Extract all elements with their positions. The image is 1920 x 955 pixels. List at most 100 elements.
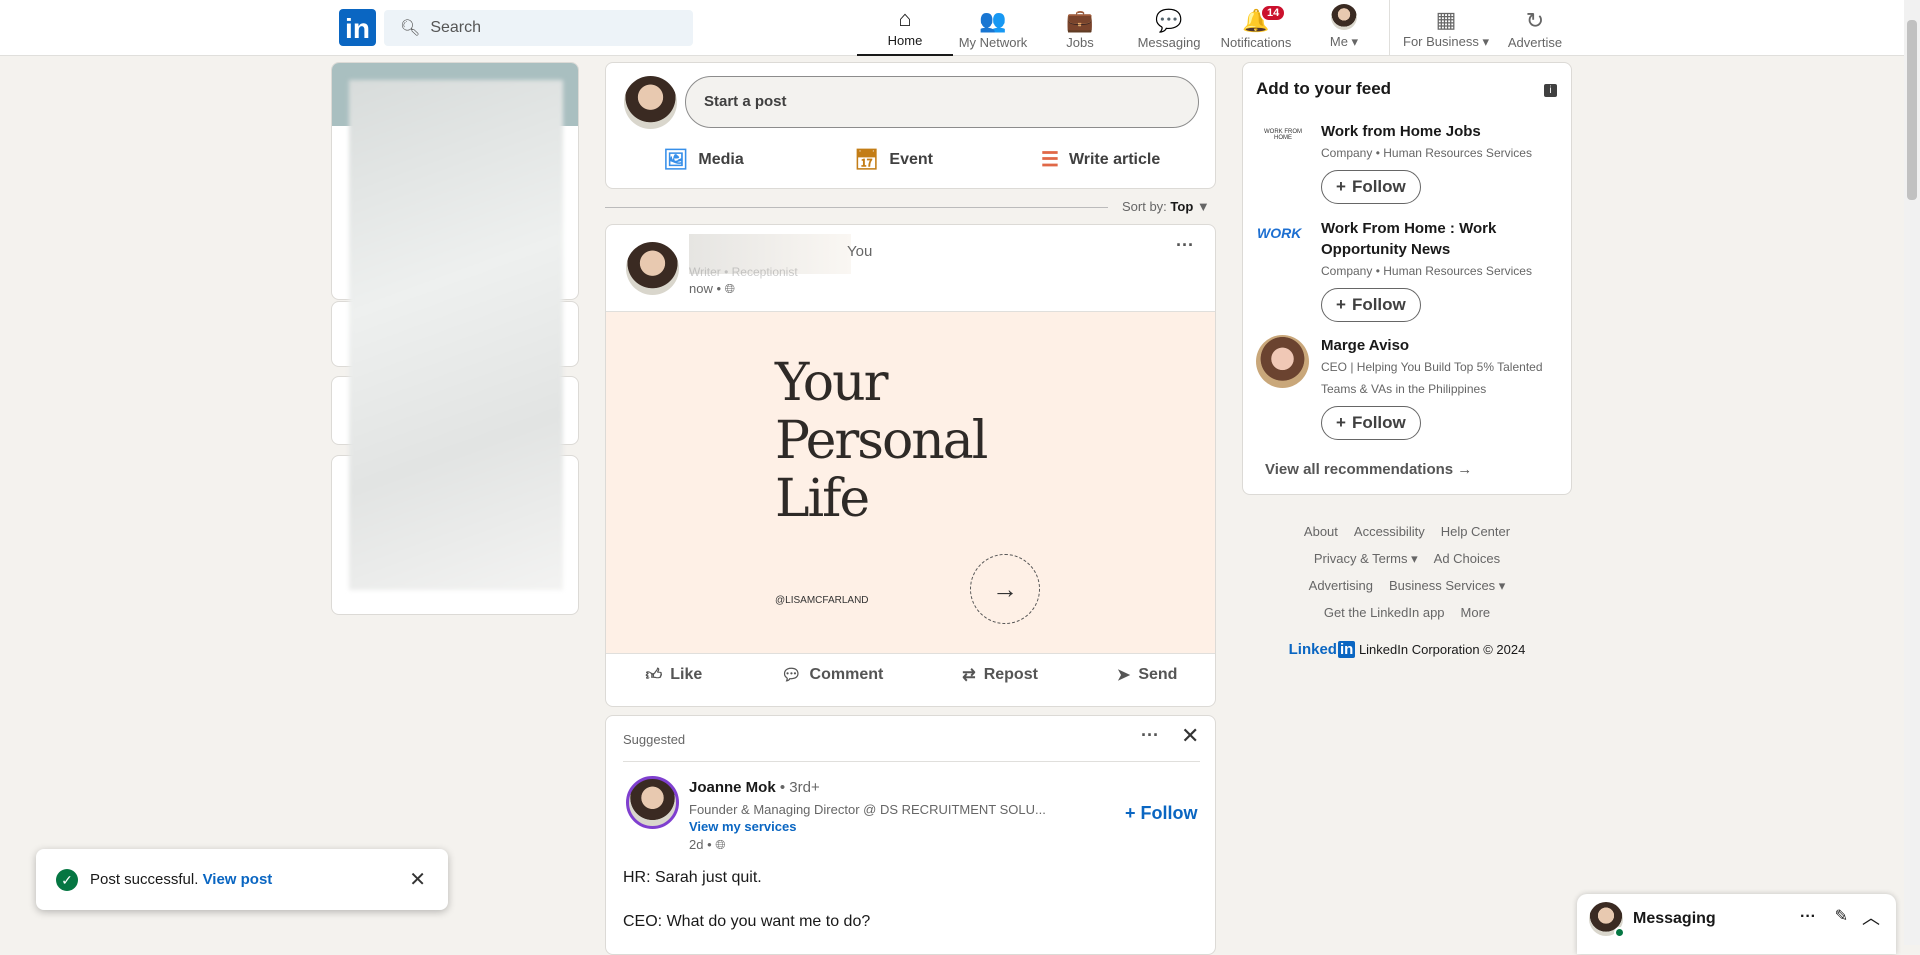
image-title-line: Personal: [775, 411, 988, 471]
footer-link[interactable]: Advertising: [1309, 578, 1373, 593]
rec-name[interactable]: Marge Aviso: [1321, 335, 1561, 356]
follow-button[interactable]: + Follow: [1321, 170, 1421, 204]
follow-button[interactable]: + Follow: [1321, 288, 1421, 322]
rec-item: Work from Home Jobs Company • Human Reso…: [1321, 121, 1561, 204]
linkedin-logo[interactable]: in: [339, 9, 376, 46]
like-button[interactable]: 👍︎ Like: [645, 665, 702, 685]
close-icon[interactable]: ✕: [1181, 723, 1199, 749]
nav-label: Me ▾: [1329, 34, 1359, 49]
company-logo[interactable]: WORK: [1257, 225, 1309, 261]
follow-button[interactable]: + Follow: [1125, 803, 1198, 824]
nav-jobs[interactable]: 💼 Jobs: [1032, 0, 1128, 56]
top-navbar: in 🔍︎ Search ⌂ Home 👥 My Network 💼 Jobs 💬 Mes…: [0, 0, 1904, 56]
globe-icon: 🌐︎: [715, 837, 726, 852]
footer-link[interactable]: Accessibility: [1354, 524, 1425, 539]
footer-link[interactable]: More: [1461, 605, 1491, 620]
footer-link[interactable]: About: [1304, 524, 1338, 539]
footer: About Accessibility Help Center Privacy & …: [1242, 518, 1572, 663]
repost-label: Repost: [983, 666, 1038, 683]
suggested-post: Suggested ··· ✕ Joanne Mok • 3rd+ Founde…: [605, 715, 1216, 955]
scrollbar-thumb[interactable]: [1907, 20, 1917, 200]
post-image[interactable]: Your Personal Life @LISAMCFARLAND →: [606, 311, 1215, 654]
comment-label: Comment: [809, 666, 884, 683]
suggested-more-button[interactable]: ···: [1141, 725, 1159, 746]
rec-name[interactable]: Work From Home : Work Opportunity News: [1321, 218, 1561, 260]
rec-sub: Company • Human Resources Services: [1321, 146, 1532, 160]
marge-avatar[interactable]: [1256, 335, 1309, 388]
more-icon[interactable]: ···: [1800, 908, 1816, 926]
author-you-label: You: [847, 243, 873, 260]
nav-advertise[interactable]: ↻ Advertise: [1487, 0, 1583, 56]
footer-link[interactable]: Ad Choices: [1434, 551, 1500, 566]
author-headline: Writer • Receptionist: [689, 265, 798, 279]
network-icon: 👥: [979, 8, 1007, 33]
follow-label: Follow: [1351, 295, 1406, 314]
view-services-link[interactable]: View my services: [689, 819, 796, 834]
blur-overlay: [349, 80, 563, 590]
article-icon: ☰: [1041, 149, 1059, 171]
footer-copyright: Linked in LinkedIn Corporation © 2024: [1242, 636, 1572, 663]
nav-for-business[interactable]: ▦ For Business ▾: [1398, 0, 1494, 56]
close-icon[interactable]: ✕: [409, 867, 426, 892]
follow-button[interactable]: + Follow: [1321, 406, 1421, 440]
post-text-line: HR: Sarah just quit.: [623, 869, 762, 886]
author-avatar[interactable]: [626, 242, 679, 295]
start-post-button[interactable]: Start a post: [685, 76, 1199, 128]
nav-my-network[interactable]: 👥 My Network: [945, 0, 1041, 56]
author-headline: Founder & Managing Director @ DS RECRUIT…: [689, 802, 1046, 817]
follow-label: Follow: [1351, 413, 1406, 432]
footer-link[interactable]: Get the LinkedIn app: [1324, 605, 1445, 620]
company-logo[interactable]: WORK FROM HOME: [1257, 129, 1309, 145]
view-all-recommendations-link[interactable]: View all recommendations →: [1265, 461, 1472, 478]
nav-messaging[interactable]: 💬 Messaging: [1121, 0, 1217, 56]
info-icon[interactable]: i: [1544, 84, 1557, 97]
suggested-author[interactable]: Joanne Mok • 3rd+: [689, 779, 820, 796]
nav-home[interactable]: ⌂ Home: [857, 0, 953, 56]
repost-button[interactable]: ⇄ Repost: [962, 665, 1038, 685]
nav-label: Home: [887, 33, 923, 48]
like-label: Like: [670, 666, 703, 683]
footer-link[interactable]: Business Services ▾: [1389, 578, 1505, 593]
footer-link[interactable]: Privacy & Terms ▾: [1314, 551, 1418, 566]
linkedin-wordmark: Linked in: [1289, 641, 1356, 658]
compose-icon[interactable]: ✎: [1835, 906, 1848, 926]
globe-icon: 🌐︎: [724, 281, 736, 296]
post-time: now • 🌐︎: [689, 281, 735, 297]
follow-label: Follow: [1351, 177, 1406, 196]
sort-value: Top: [1170, 199, 1194, 214]
write-article-button[interactable]: ☰ Write article: [1041, 147, 1160, 172]
nav-me[interactable]: Me ▾: [1296, 0, 1392, 56]
media-button[interactable]: 🖼︎ Media: [663, 147, 744, 172]
chevron-up-icon[interactable]: ︿: [1862, 904, 1880, 930]
comment-button[interactable]: 💬︎ Comment: [781, 665, 883, 685]
nav-notifications[interactable]: 🔔 14 Notifications: [1208, 0, 1304, 56]
send-button[interactable]: ➤ Send: [1117, 665, 1178, 685]
joanne-avatar[interactable]: [626, 776, 679, 829]
notification-badge: 14: [1260, 4, 1287, 22]
image-handle: @LISAMCFARLAND: [775, 595, 869, 606]
plus-icon: +: [1336, 295, 1346, 314]
rec-name[interactable]: Work from Home Jobs: [1321, 121, 1561, 142]
search-placeholder: Search: [430, 19, 482, 36]
nav-label: My Network: [958, 35, 1028, 50]
messaging-panel[interactable]: Messaging ··· ✎ ︿: [1577, 894, 1896, 954]
footer-link[interactable]: Help Center: [1441, 524, 1510, 539]
post-more-button[interactable]: ···: [1176, 235, 1194, 256]
image-icon: 🖼︎: [663, 149, 689, 171]
follow-label: Follow: [1140, 803, 1198, 823]
sort-divider: [605, 207, 1108, 208]
time-label: now •: [689, 281, 722, 296]
event-button[interactable]: 📅︎ Event: [854, 147, 933, 172]
view-post-link[interactable]: View post: [203, 871, 273, 888]
briefcase-icon: 💼: [1066, 8, 1094, 33]
search-icon: 🔍︎: [400, 20, 421, 37]
scrollbar[interactable]: [1904, 0, 1920, 945]
post-text-line: CEO: What do you want me to do?: [623, 913, 871, 930]
toast-text: Post successful.: [90, 871, 199, 888]
advertise-icon: ↻: [1525, 8, 1545, 33]
rec-item: Marge Aviso CEO | Helping You Build Top …: [1321, 335, 1561, 440]
sort-label: Sort by:: [1122, 199, 1167, 214]
sort-dropdown[interactable]: Sort by: Top ▼: [1122, 199, 1210, 214]
search-input[interactable]: 🔍︎ Search: [384, 10, 693, 46]
article-label: Write article: [1068, 150, 1161, 168]
